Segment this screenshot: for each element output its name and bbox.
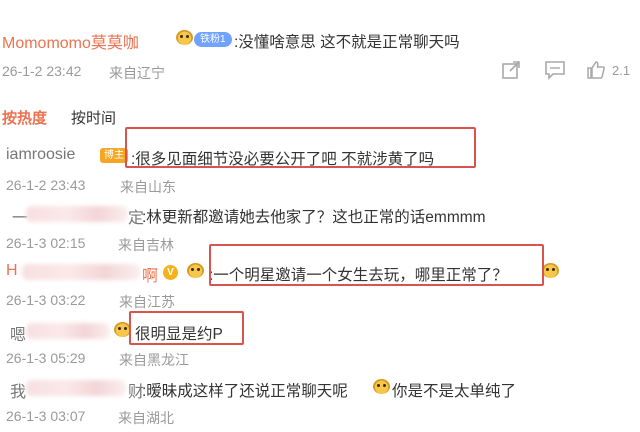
emoji-icon	[373, 379, 390, 397]
verified-badge-icon: V	[163, 265, 178, 280]
comment-text: :没懂啥意思 这不就是正常聊天吗	[234, 34, 460, 51]
reply-username-prefix[interactable]: 我	[10, 378, 26, 402]
laugh-emoji-icon	[542, 263, 559, 281]
reply-location: 来自黑龙江	[119, 352, 189, 368]
reply-location: 来自湖北	[118, 410, 174, 426]
reply-username-prefix[interactable]: 嗯	[10, 321, 26, 345]
reply-time: 26-1-3 05:29	[6, 350, 86, 366]
reply-location: 来自江苏	[119, 294, 175, 310]
blurred-username	[26, 323, 110, 339]
highlight-box	[209, 244, 544, 286]
reply-location: 来自山东	[120, 179, 176, 195]
share-icon[interactable]	[501, 60, 521, 85]
reply-item: 我 财 :暧昧成这样了还说正常聊天呢 你是不是太单纯了	[0, 370, 640, 402]
reply-time: 26-1-2 23:43	[6, 177, 86, 193]
fan-emoji-icon	[176, 30, 193, 48]
fan-badge: 铁粉1	[194, 32, 232, 47]
reply-location: 来自吉林	[118, 237, 174, 253]
reply-text: :暧昧成这样了还说正常聊天呢	[142, 383, 348, 400]
blurred-username	[26, 380, 126, 396]
reply-time: 26-1-3 03:07	[6, 408, 86, 424]
reply-time: 26-1-3 02:15	[6, 235, 86, 251]
comment-location: 来自辽宁	[109, 65, 165, 81]
reply-username-suffix[interactable]: 啊	[142, 262, 158, 286]
reply-item: 一 定 :林更新都邀请她去他家了？这也正常的话emmmm	[0, 196, 640, 227]
tab-sort-time[interactable]: 按时间	[71, 107, 116, 128]
reply-time: 26-1-3 03:22	[6, 292, 86, 308]
reply-item: 嗯 很明显是约P	[0, 313, 640, 345]
reply-text-continued: 你是不是太单纯了	[392, 383, 517, 400]
blurred-username	[26, 206, 128, 222]
like-count: 2.1	[612, 63, 631, 78]
highlight-box	[125, 127, 476, 168]
like-icon[interactable]	[586, 60, 606, 85]
tab-sort-hot[interactable]: 按热度	[2, 107, 47, 128]
highlight-box	[129, 311, 244, 345]
blurred-username	[22, 264, 140, 280]
comment-icon[interactable]	[544, 60, 566, 85]
reply-text: :林更新都邀请她去他家了？这也正常的话emmmm	[142, 209, 486, 226]
commenter-name[interactable]: Momomomo莫莫咖	[2, 29, 139, 53]
emoji-icon	[187, 263, 204, 281]
top-comment: Momomomo莫莫咖 铁粉1 :没懂啥意思 这不就是正常聊天吗 26-1-2 …	[0, 0, 640, 90]
blogger-badge: 博主	[100, 148, 128, 163]
comment-time: 26-1-2 23:42	[2, 63, 82, 79]
reply-username[interactable]: iamroosie	[6, 146, 75, 164]
reply-username-prefix[interactable]: H	[6, 262, 18, 280]
